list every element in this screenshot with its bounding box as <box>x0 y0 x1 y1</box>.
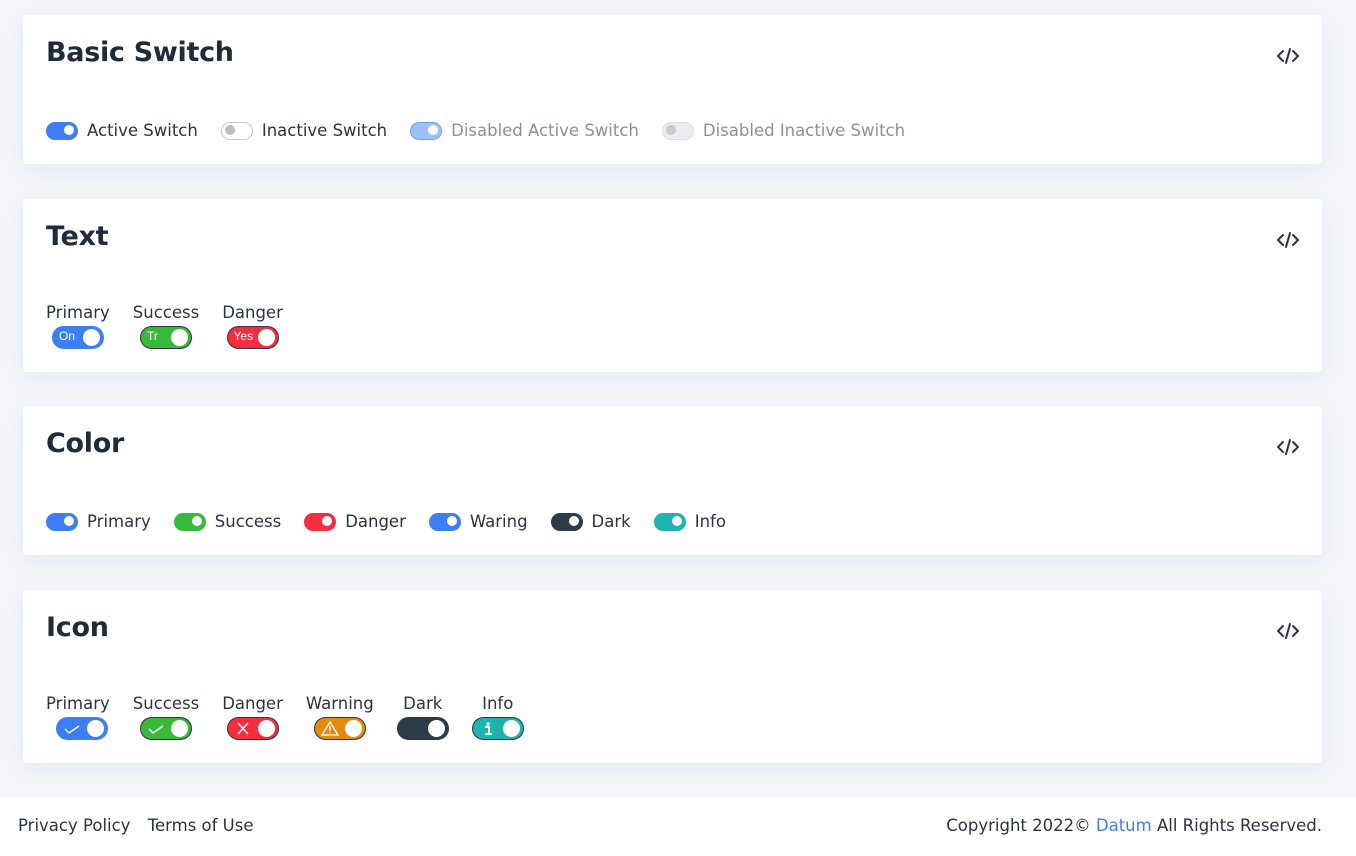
text-switch-card: Text Primary On Success Tr Danger Yes <box>23 199 1322 372</box>
icon-switch-danger: Danger <box>222 694 283 740</box>
warning-icon <box>320 721 339 736</box>
icon-switch-success: Success <box>133 694 199 740</box>
icon-switch-card: Icon Primary Success Danger Warning Dark… <box>23 590 1322 763</box>
switch-toggle[interactable]: Yes <box>226 326 279 349</box>
switch-label: Inactive Switch <box>261 121 388 140</box>
switch-label: Success <box>132 694 200 713</box>
switch-toggle[interactable] <box>428 512 461 531</box>
switch-label: Success <box>132 303 200 322</box>
switch-toggle[interactable] <box>220 121 253 140</box>
switch-label: Primary <box>46 694 110 713</box>
color-switch-warning[interactable]: Waring <box>428 512 528 531</box>
x-icon <box>237 722 249 735</box>
check-icon <box>64 725 80 734</box>
switch-toggle[interactable] <box>304 512 337 531</box>
disabled-active-switch: Disabled Active Switch <box>410 121 639 140</box>
switch-toggle[interactable] <box>226 717 279 740</box>
switch-text: On <box>58 329 75 343</box>
color-switch-success[interactable]: Success <box>173 512 282 531</box>
code-icon[interactable] <box>1276 46 1300 66</box>
switch-toggle <box>661 121 694 140</box>
switch-toggle[interactable] <box>471 717 524 740</box>
inactive-switch[interactable]: Inactive Switch <box>220 121 388 140</box>
icon-switch-primary: Primary <box>46 694 110 740</box>
switch-toggle[interactable] <box>173 512 206 531</box>
code-icon[interactable] <box>1276 437 1300 457</box>
card-title: Text <box>46 221 109 252</box>
color-switch-primary[interactable]: Primary <box>46 512 151 531</box>
footer-links: Privacy Policy Terms of Use <box>18 816 266 835</box>
switch-label: Warning <box>305 694 374 713</box>
color-switch-card: Color Primary Success Danger Waring Dark… <box>23 406 1322 555</box>
card-title: Icon <box>46 612 109 643</box>
info-icon <box>484 722 492 735</box>
icon-switch-dark: Dark <box>396 694 449 740</box>
icon-switch-info: Info <box>471 694 524 740</box>
check-icon <box>148 725 164 734</box>
switch-toggle[interactable] <box>396 717 449 740</box>
basic-switch-card: Basic Switch Active Switch Inactive Swit… <box>23 15 1322 164</box>
switch-toggle[interactable]: Tr <box>139 326 192 349</box>
switch-label: Info <box>482 694 514 713</box>
card-title: Color <box>46 428 124 459</box>
active-switch[interactable]: Active Switch <box>46 121 198 140</box>
switch-label: Dark <box>403 694 443 713</box>
switch-label: Disabled Inactive Switch <box>702 121 906 140</box>
switch-toggle[interactable] <box>46 512 78 531</box>
switch-toggle[interactable] <box>550 512 583 531</box>
switch-toggle[interactable] <box>55 717 108 740</box>
switch-label: Danger <box>222 303 283 322</box>
switch-label: Active Switch <box>87 121 198 140</box>
switch-text: Yes <box>233 329 254 343</box>
switch-label: Disabled Active Switch <box>451 121 639 140</box>
switch-label: Danger <box>345 512 406 531</box>
switch-label: Danger <box>222 694 283 713</box>
switch-toggle[interactable] <box>653 512 686 531</box>
text-switch-primary: Primary On <box>46 303 110 349</box>
switch-toggle <box>410 121 443 140</box>
text-switch-danger: Danger Yes <box>222 303 283 349</box>
disabled-inactive-switch: Disabled Inactive Switch <box>661 121 906 140</box>
text-switch-success: Success Tr <box>133 303 199 349</box>
code-icon[interactable] <box>1276 621 1300 641</box>
color-switch-danger[interactable]: Danger <box>304 512 406 531</box>
switch-label: Primary <box>46 303 110 322</box>
switch-toggle[interactable] <box>313 717 366 740</box>
copyright-prefix: Copyright 2022© <box>946 816 1091 835</box>
switch-toggle[interactable] <box>139 717 192 740</box>
footer: Privacy Policy Terms of Use Copyright 20… <box>0 797 1356 856</box>
switch-label: Waring <box>469 512 528 531</box>
privacy-policy-link[interactable]: Privacy Policy <box>18 816 130 835</box>
terms-of-use-link[interactable]: Terms of Use <box>148 816 254 835</box>
copyright: Copyright 2022© Datum All Rights Reserve… <box>946 816 1322 835</box>
switch-label: Info <box>694 512 726 531</box>
icon-switch-warning: Warning <box>306 694 374 740</box>
color-switch-dark[interactable]: Dark <box>550 512 631 531</box>
switch-label: Dark <box>591 512 631 531</box>
color-switch-info[interactable]: Info <box>653 512 726 531</box>
switch-text: Tr <box>146 329 158 343</box>
switch-label: Success <box>214 512 282 531</box>
card-title: Basic Switch <box>46 37 234 68</box>
switch-toggle[interactable]: On <box>51 326 104 349</box>
switch-label: Primary <box>87 512 151 531</box>
brand-link[interactable]: Datum <box>1096 816 1152 835</box>
code-icon[interactable] <box>1276 230 1300 250</box>
switch-toggle[interactable] <box>46 121 78 140</box>
copyright-suffix: All Rights Reserved. <box>1156 816 1322 835</box>
